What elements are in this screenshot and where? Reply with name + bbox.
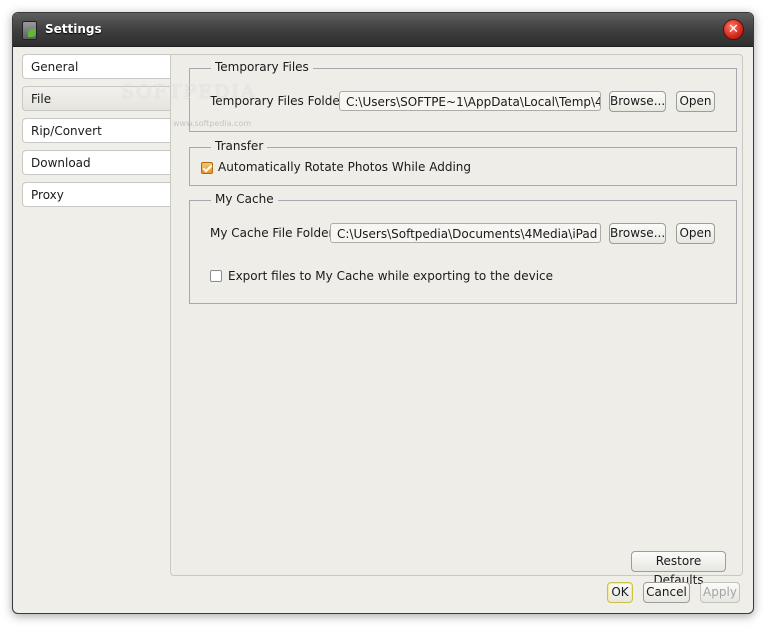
sidebar-item-label: General xyxy=(31,60,79,74)
app-icon xyxy=(22,21,37,40)
sidebar-item-label: Download xyxy=(31,156,91,170)
auto-rotate-checkbox[interactable] xyxy=(201,162,213,174)
settings-window: Settings ✕ General File Rip/Convert Down… xyxy=(12,12,754,614)
ok-button[interactable]: OK xyxy=(607,582,633,603)
sidebar-item-label: Proxy xyxy=(31,188,64,202)
softpedia-watermark: SOFTPEDIA xyxy=(121,81,257,103)
temporary-files-group: Temporary Files Temporary Files Folder: … xyxy=(189,60,737,132)
sidebar-item-rip-convert[interactable]: Rip/Convert xyxy=(22,118,170,143)
sidebar-item-proxy[interactable]: Proxy xyxy=(22,182,170,207)
apply-button[interactable]: Apply xyxy=(700,582,740,603)
my-cache-folder-label: My Cache File Folder: xyxy=(210,226,338,240)
title-bar[interactable]: Settings ✕ xyxy=(13,13,753,47)
export-to-cache-checkbox[interactable] xyxy=(210,270,222,282)
sidebar-item-label: File xyxy=(31,92,52,106)
softpedia-watermark-url: www.softpedia.com xyxy=(173,119,252,128)
close-icon[interactable]: ✕ xyxy=(723,19,744,40)
window-title: Settings xyxy=(45,22,102,36)
transfer-group: Transfer Automatically Rotate Photos Whi… xyxy=(189,139,737,186)
export-to-cache-label: Export files to My Cache while exporting… xyxy=(228,269,554,283)
my-cache-browse-button[interactable]: Browse... xyxy=(609,223,666,244)
cancel-button[interactable]: Cancel xyxy=(643,582,690,603)
auto-rotate-label: Automatically Rotate Photos While Adding xyxy=(218,160,472,174)
my-cache-open-button[interactable]: Open xyxy=(676,223,715,244)
sidebar-item-download[interactable]: Download xyxy=(22,150,170,175)
sidebar-item-label: Rip/Convert xyxy=(31,124,102,138)
my-cache-folder-field[interactable]: C:\Users\Softpedia\Documents\4Media\iPad… xyxy=(330,223,601,243)
settings-sidebar: General File Rip/Convert Download Proxy xyxy=(22,54,170,214)
temporary-files-open-button[interactable]: Open xyxy=(676,91,715,112)
group-title: Temporary Files xyxy=(211,60,313,74)
group-title: Transfer xyxy=(211,139,268,153)
sidebar-item-general[interactable]: General xyxy=(22,54,170,79)
settings-content-panel: Temporary Files Temporary Files Folder: … xyxy=(170,54,743,587)
group-title: My Cache xyxy=(211,192,278,206)
restore-defaults-button[interactable]: Restore Defaults xyxy=(631,551,726,587)
my-cache-group: My Cache My Cache File Folder: C:\Users\… xyxy=(189,192,737,304)
temporary-files-browse-button[interactable]: Browse... xyxy=(609,91,666,112)
temporary-files-folder-field[interactable]: C:\Users\SOFTPE~1\AppData\Local\Temp\4Me… xyxy=(339,91,601,111)
